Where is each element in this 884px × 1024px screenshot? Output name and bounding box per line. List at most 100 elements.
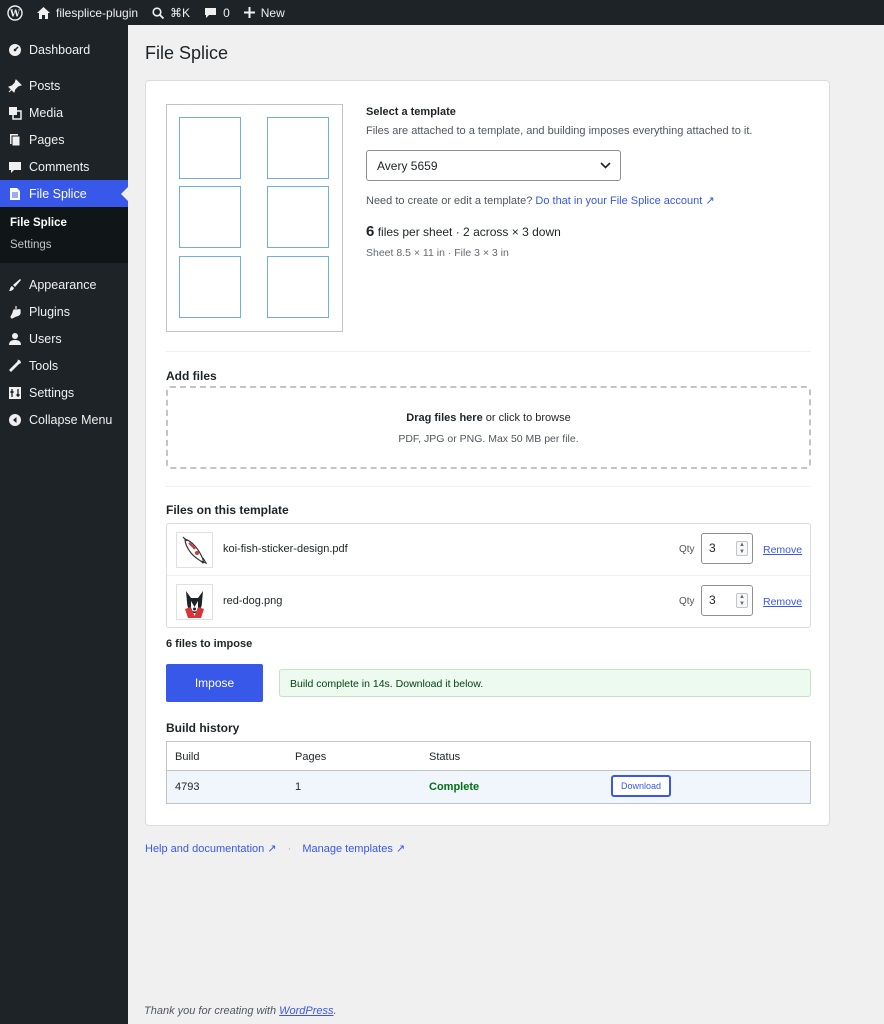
- menu-label: Settings: [29, 385, 75, 400]
- file-dropzone[interactable]: Drag files here or click to browse PDF, …: [166, 386, 811, 469]
- brush-icon: [8, 278, 22, 292]
- preview-cell: [267, 117, 329, 179]
- new-label: New: [260, 5, 285, 20]
- link-separator: ·: [287, 843, 292, 855]
- menu-settings[interactable]: Settings: [0, 379, 128, 406]
- search-icon: [152, 6, 165, 19]
- manage-templates-link[interactable]: Manage templates ↗: [302, 843, 405, 855]
- menu-file-splice[interactable]: File Splice: [0, 180, 128, 207]
- file-splice-card: Select a template Files are attached to …: [145, 80, 830, 826]
- status-badge: Complete: [429, 781, 480, 793]
- menu-pages[interactable]: Pages: [0, 126, 128, 153]
- dropzone-hint: PDF, JPG or PNG. Max 50 MB per file.: [398, 433, 579, 445]
- build-pages: 1: [295, 781, 302, 793]
- quantity-value: 3: [709, 541, 716, 555]
- menu-appearance[interactable]: Appearance: [0, 271, 128, 298]
- new-content-link[interactable]: New: [237, 0, 292, 25]
- wordpress-link[interactable]: WordPress: [279, 1005, 333, 1017]
- quantity-stepper[interactable]: 3 ▲ ▼: [701, 533, 753, 564]
- menu-label: Appearance: [29, 277, 97, 292]
- menu-dashboard[interactable]: Dashboard: [0, 36, 128, 63]
- menu-users[interactable]: Users: [0, 325, 128, 352]
- plug-icon: [8, 305, 22, 319]
- files-per-sheet-count: 6: [366, 223, 375, 240]
- main-content: File Splice Select a template Files are …: [128, 25, 884, 1024]
- pages-icon: [8, 133, 22, 147]
- page-title: File Splice: [145, 43, 229, 63]
- menu-label: Dashboard: [29, 42, 91, 57]
- template-preview: [166, 104, 343, 332]
- svg-text:W: W: [9, 9, 21, 19]
- menu-label: Comments: [29, 159, 90, 174]
- template-select[interactable]: Avery 5659: [366, 150, 621, 181]
- divider: [166, 486, 811, 487]
- files-on-template-title: Files on this template: [166, 503, 289, 517]
- wordpress-logo-icon[interactable]: W: [0, 0, 30, 25]
- build-complete-notice: Build complete in 14s. Download it below…: [279, 669, 811, 697]
- build-history-title: Build history: [166, 721, 240, 735]
- help-documentation-link[interactable]: Help and documentation ↗: [145, 843, 277, 855]
- menu-label: File Splice: [29, 186, 87, 201]
- spinner-arrows-icon[interactable]: ▲ ▼: [736, 541, 748, 556]
- settings-icon: [8, 386, 22, 400]
- menu-tools[interactable]: Tools: [0, 352, 128, 379]
- table-row: 4793 1 Complete Download: [167, 771, 810, 803]
- quantity-stepper[interactable]: 3 ▲ ▼: [701, 585, 753, 616]
- file-splice-account-link[interactable]: Do that in your File Splice account ↗: [535, 195, 714, 207]
- preview-cell: [267, 186, 329, 248]
- dropzone-text: Drag files here or click to browse: [168, 412, 809, 424]
- impose-button[interactable]: Impose: [166, 664, 263, 702]
- list-item: red-dog.png Qty 3 ▲ ▼ Remove: [167, 576, 810, 628]
- quantity-value: 3: [709, 593, 716, 607]
- menu-posts[interactable]: Posts: [0, 72, 128, 99]
- search-shortcut-label: ⌘K: [170, 5, 191, 20]
- site-name-link[interactable]: filesplice-plugin: [30, 0, 145, 25]
- template-description: Files are attached to a template, and bu…: [366, 125, 753, 137]
- site-name: filesplice-plugin: [56, 5, 139, 20]
- footer-text: Thank you for creating with: [144, 1005, 280, 1017]
- submenu-settings[interactable]: Settings: [0, 234, 128, 256]
- remove-link[interactable]: Remove: [763, 596, 802, 608]
- admin-footer: Thank you for creating with WordPress.: [144, 1005, 337, 1017]
- list-item: koi-fish-sticker-design.pdf Qty 3 ▲ ▼ Rem…: [167, 524, 810, 576]
- comments-link[interactable]: 0: [197, 0, 237, 25]
- download-button[interactable]: Download: [611, 775, 671, 797]
- home-icon: [37, 6, 50, 19]
- submenu-file-splice[interactable]: File Splice: [0, 212, 128, 234]
- spinner-arrows-icon[interactable]: ▲ ▼: [736, 593, 748, 608]
- template-help-text: Need to create or edit a template?: [366, 195, 533, 207]
- footer-end: .: [333, 1005, 337, 1017]
- column-header-status: Status: [429, 751, 461, 763]
- template-heading: Select a template: [366, 106, 456, 118]
- pin-icon: [8, 78, 22, 93]
- dashboard-icon: [8, 43, 22, 57]
- preview-cell: [267, 256, 329, 318]
- table-header-row: Build Pages Status: [167, 742, 810, 771]
- file-thumbnail: [176, 532, 213, 568]
- menu-label: Tools: [29, 358, 59, 373]
- file-name: koi-fish-sticker-design.pdf: [223, 543, 348, 555]
- search-shortcut[interactable]: ⌘K: [145, 0, 197, 25]
- comment-icon: [205, 7, 217, 18]
- dropzone-bold: Drag files here: [406, 412, 483, 424]
- user-icon: [8, 332, 22, 346]
- menu-plugins[interactable]: Plugins: [0, 298, 128, 325]
- template-help: Need to create or edit a template? Do th…: [366, 194, 806, 207]
- menu-collapse[interactable]: Collapse Menu: [0, 406, 128, 433]
- menu-comments[interactable]: Comments: [0, 153, 128, 180]
- build-number: 4793: [175, 781, 200, 793]
- remove-link[interactable]: Remove: [763, 544, 802, 556]
- menu-label: Users: [29, 331, 62, 346]
- preview-cell: [179, 117, 241, 179]
- menu-media[interactable]: Media: [0, 99, 128, 126]
- red-dog-thumbnail-icon: [185, 591, 204, 618]
- admin-sidebar: Dashboard Posts Media Pages Comments Fil…: [0, 25, 128, 1024]
- files-list: koi-fish-sticker-design.pdf Qty 3 ▲ ▼ Rem…: [166, 523, 811, 628]
- media-icon: [8, 106, 22, 120]
- template-section: Select a template Files are attached to …: [366, 106, 806, 259]
- qty-label: Qty: [679, 596, 695, 607]
- build-history-table: Build Pages Status 4793 1 Complete Downl…: [166, 741, 811, 804]
- wrench-icon: [8, 359, 22, 373]
- column-header-build: Build: [175, 751, 200, 763]
- qty-label: Qty: [679, 544, 695, 555]
